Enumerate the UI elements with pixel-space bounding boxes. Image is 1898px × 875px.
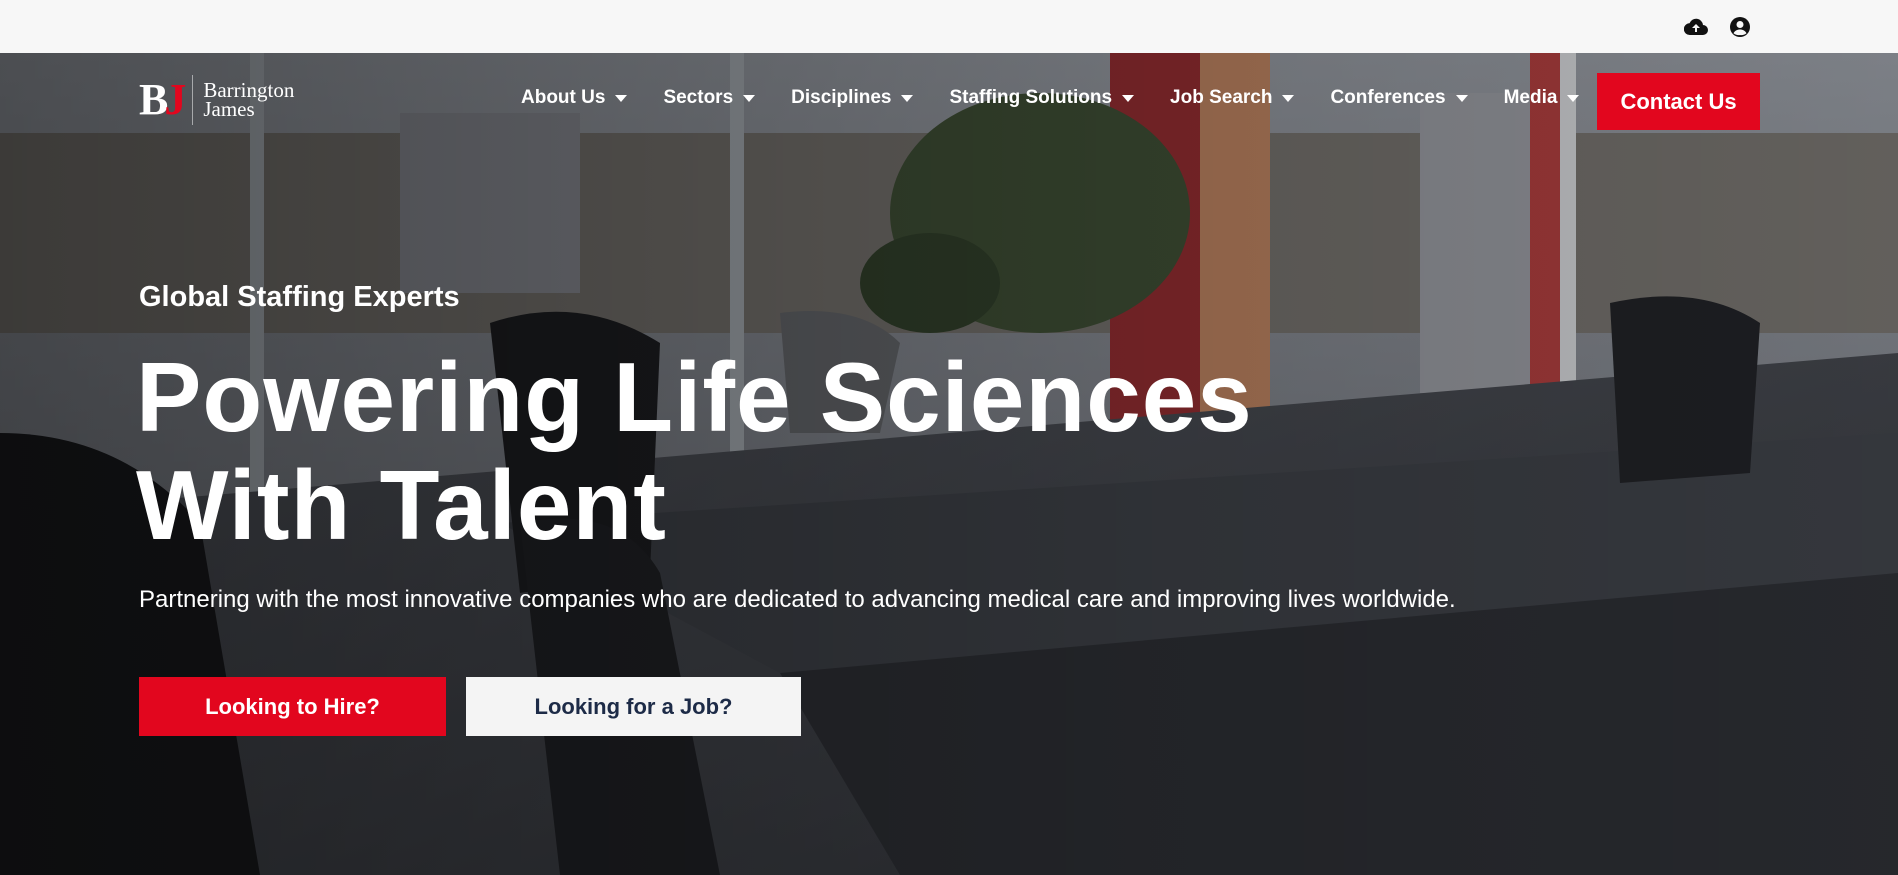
nav-menu: About Us Sectors Disciplines Staffing So…	[521, 87, 1615, 109]
logo-divider	[192, 75, 194, 125]
headline-line-1: Powering Life Sciences	[136, 342, 1253, 452]
brand-logo[interactable]: BJ Barrington James	[139, 75, 294, 125]
nav-item-staffing-solutions[interactable]: Staffing Solutions	[949, 87, 1135, 109]
main-navigation: BJ Barrington James About Us Sectors Dis…	[0, 53, 1898, 163]
utility-icons	[1683, 14, 1753, 40]
contact-us-button[interactable]: Contact Us	[1597, 73, 1760, 130]
nav-item-label: Conferences	[1330, 87, 1446, 108]
hero-section: BJ Barrington James About Us Sectors Dis…	[0, 53, 1898, 875]
nav-item-disciplines[interactable]: Disciplines	[791, 87, 914, 109]
nav-item-label: Disciplines	[791, 87, 892, 108]
nav-item-label: Staffing Solutions	[949, 87, 1113, 108]
cloud-upload-icon[interactable]	[1683, 14, 1709, 40]
caret-down-icon	[1567, 94, 1580, 102]
nav-item-job-search[interactable]: Job Search	[1170, 87, 1295, 109]
caret-down-icon	[743, 94, 756, 102]
nav-item-sectors[interactable]: Sectors	[663, 87, 756, 109]
caret-down-icon	[1282, 94, 1295, 102]
caret-down-icon	[1455, 94, 1468, 102]
logo-mark: BJ	[139, 75, 186, 124]
hero-subtext: Partnering with the most innovative comp…	[139, 586, 1456, 613]
caret-down-icon	[901, 94, 914, 102]
headline-line-2: With Talent	[136, 450, 667, 560]
nav-item-about-us[interactable]: About Us	[521, 87, 628, 109]
looking-to-hire-button[interactable]: Looking to Hire?	[139, 677, 446, 736]
nav-item-label: Job Search	[1170, 87, 1273, 108]
caret-down-icon	[615, 94, 628, 102]
nav-item-label: About Us	[521, 87, 606, 108]
hero-headline: Powering Life Sciences With Talent	[136, 343, 1436, 559]
logo-wordmark: Barrington James	[203, 80, 294, 121]
nav-item-label: Sectors	[663, 87, 734, 108]
nav-item-label: Media	[1503, 87, 1558, 108]
user-account-icon[interactable]	[1727, 14, 1753, 40]
utility-bar	[0, 0, 1898, 53]
nav-item-media[interactable]: Media	[1504, 87, 1580, 109]
looking-for-job-button[interactable]: Looking for a Job?	[466, 677, 801, 736]
caret-down-icon	[1122, 94, 1135, 102]
logo-line-2: James	[203, 97, 255, 121]
hero-eyebrow: Global Staffing Experts	[139, 281, 460, 313]
nav-item-conferences[interactable]: Conferences	[1330, 87, 1468, 109]
